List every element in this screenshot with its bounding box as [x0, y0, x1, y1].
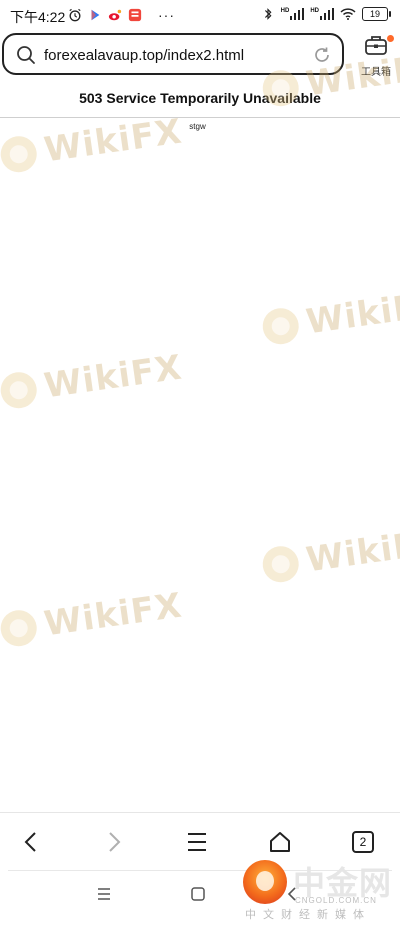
tabs-button[interactable]: 2 [346, 825, 380, 859]
menu-button[interactable] [180, 825, 214, 859]
wikifx-logo-icon [0, 133, 40, 175]
content-divider [0, 117, 400, 118]
status-right-icons: HD HD 19 [261, 7, 391, 21]
status-time: 下午4:22 [10, 9, 66, 25]
wikifx-logo-icon [0, 607, 40, 649]
wikifx-logo-icon [260, 67, 302, 109]
cngold-logo-icon [243, 860, 287, 904]
url-text[interactable]: forexealavaup.top/index2.html [44, 47, 244, 64]
wikifx-logo-icon [260, 305, 302, 347]
news-app-icon [128, 8, 142, 22]
status-more: ··· [158, 7, 175, 23]
chevron-left-icon [24, 832, 36, 852]
status-bar: 下午4:22 ··· HD HD 19 [0, 0, 400, 30]
status-left-icons: ··· [68, 7, 175, 23]
menu-icon [188, 833, 206, 851]
battery-indicator: 19 [362, 7, 391, 21]
menu-icon [98, 888, 110, 900]
cngold-domain: CNGOLD.COM.CN [295, 896, 377, 905]
signal-bars-icon [290, 8, 305, 20]
wikifx-watermark: WikiFX [260, 283, 400, 348]
square-icon [191, 887, 205, 901]
signal-2: HD [310, 8, 334, 20]
notification-dot [387, 35, 394, 42]
video-app-icon [91, 9, 100, 21]
chevron-right-icon [109, 832, 121, 852]
wifi-icon [340, 8, 356, 20]
wikifx-watermark: WikiFX [0, 347, 185, 412]
cngold-watermark: 中金网 CNGOLD.COM.CN 中文财经新媒体 [243, 858, 393, 922]
wikifx-logo-icon [260, 543, 302, 585]
system-home-button[interactable] [186, 882, 210, 906]
search-icon [17, 46, 35, 64]
back-button[interactable] [14, 825, 48, 859]
bluetooth-icon [264, 8, 272, 20]
wikifx-watermark: WikiFX [260, 521, 400, 586]
system-menu-button[interactable] [92, 882, 116, 906]
cngold-subtitle: 中文财经新媒体 [245, 909, 371, 921]
signal-bars-icon [320, 8, 334, 20]
bottom-divider [0, 812, 400, 813]
tab-count: 2 [352, 831, 374, 853]
wikifx-logo-icon [0, 369, 40, 411]
wikifx-watermark: WikiFX [0, 585, 185, 650]
forward-button[interactable] [97, 825, 131, 859]
signal-1: HD [281, 8, 305, 20]
weibo-icon [108, 9, 122, 21]
alarm-icon [69, 8, 81, 22]
home-button[interactable] [263, 825, 297, 859]
home-icon [270, 832, 290, 852]
